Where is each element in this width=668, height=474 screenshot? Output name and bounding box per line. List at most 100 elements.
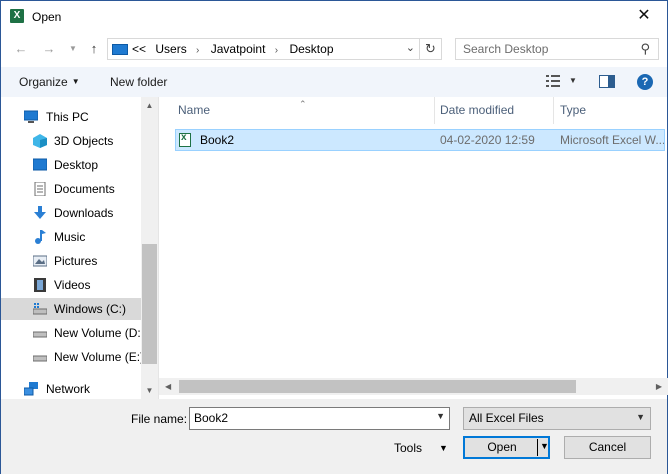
nav-item-videos[interactable]: Videos: [1, 274, 141, 296]
nav-item-documents[interactable]: Documents: [1, 178, 141, 200]
organize-label: Organize: [19, 75, 68, 89]
column-header-type[interactable]: Type: [554, 97, 668, 124]
column-header-date[interactable]: Date modified: [435, 97, 554, 124]
nav-item-downloads[interactable]: Downloads: [1, 202, 141, 224]
nav-label: Videos: [54, 278, 91, 292]
file-name-field[interactable]: Book2 ▼: [189, 407, 450, 430]
open-options-chevron-icon[interactable]: ▼: [540, 441, 549, 451]
nav-label: Pictures: [54, 254, 98, 268]
drive-icon: [33, 355, 47, 362]
nav-item-new-volume-d[interactable]: New Volume (D:: [1, 322, 141, 344]
tools-button[interactable]: Tools: [394, 441, 422, 455]
downloads-icon: [34, 206, 46, 219]
nav-label: Network: [46, 382, 91, 396]
this-pc-icon: [24, 110, 38, 123]
split-divider: [537, 439, 538, 456]
drive-c-icon: [33, 303, 47, 315]
close-button[interactable]: ✕: [621, 1, 667, 32]
file-name-label: File name:: [131, 412, 188, 426]
file-name: Book2: [200, 133, 235, 147]
nav-item-new-volume-e[interactable]: New Volume (E:): [1, 346, 145, 368]
documents-icon: [34, 182, 46, 196]
excel-file-icon: [179, 132, 191, 147]
sort-ascending-icon: ⌃: [299, 99, 307, 109]
music-icon: [35, 230, 46, 244]
file-type-select[interactable]: All Excel Files ▼: [463, 407, 651, 430]
nav-label: New Volume (E:): [54, 350, 145, 364]
scroll-down-icon[interactable]: ▼: [141, 382, 158, 399]
scroll-up-icon[interactable]: ▲: [141, 97, 158, 114]
column-name-label: Name: [178, 103, 211, 117]
drive-icon: [33, 331, 47, 338]
chevron-down-icon[interactable]: ▼: [436, 411, 445, 421]
nav-item-pictures[interactable]: Pictures: [1, 250, 141, 272]
nav-item-music[interactable]: Music: [1, 226, 141, 248]
breadcrumb-desktop[interactable]: Desktop: [289, 42, 333, 56]
tools-chevron-icon[interactable]: ▼: [439, 443, 448, 453]
file-row-book2[interactable]: Book2 04-02-2020 12:59 Microsoft Excel W…: [175, 129, 665, 151]
scrollbar-thumb[interactable]: [142, 244, 157, 364]
column-header-name[interactable]: ⌃ Name: [159, 97, 435, 124]
address-dropdown-icon[interactable]: ⌄: [406, 41, 415, 54]
back-arrow-icon[interactable]: ←: [11, 40, 31, 58]
dialog-title: Open: [32, 10, 62, 24]
scroll-right-icon[interactable]: ▶: [656, 378, 662, 395]
preview-pane-icon[interactable]: [599, 75, 615, 88]
search-placeholder: Search Desktop: [463, 42, 549, 56]
nav-label: Music: [54, 230, 86, 244]
open-dialog: X Open ✕ ← → ▼ ↑ << Users › Javatpoint ›…: [0, 0, 668, 474]
pictures-icon: [33, 255, 47, 267]
3d-objects-icon: [33, 134, 47, 148]
up-arrow-icon[interactable]: ↑: [84, 40, 104, 58]
network-icon: [24, 382, 38, 396]
nav-label: Desktop: [54, 158, 99, 172]
nav-label: New Volume (D:: [54, 326, 141, 340]
nav-label: Downloads: [54, 206, 114, 220]
command-bar: Organize ▼ New folder ▼ ?: [1, 67, 667, 97]
scrollbar-thumb[interactable]: [179, 380, 576, 393]
file-list-horizontal-scrollbar[interactable]: ◀ ▶: [159, 378, 668, 395]
nav-label: Windows (C:): [54, 302, 127, 316]
nav-item-desktop[interactable]: Desktop: [1, 154, 141, 176]
breadcrumb-users[interactable]: Users: [155, 42, 186, 56]
nav-item-this-pc[interactable]: This PC: [1, 106, 141, 128]
excel-icon: X: [10, 9, 24, 23]
open-label: Open: [487, 440, 517, 454]
file-type: Microsoft Excel W...: [560, 133, 664, 147]
help-icon[interactable]: ?: [637, 74, 653, 90]
nav-label: This PC: [46, 110, 89, 124]
open-button[interactable]: Open ▼: [463, 436, 550, 459]
nav-label: Documents: [54, 182, 115, 196]
nav-item-3d-objects[interactable]: 3D Objects: [1, 130, 141, 152]
view-options-chevron-icon[interactable]: ▼: [569, 76, 577, 85]
chevron-down-icon: ▼: [636, 412, 645, 422]
nav-label: 3D Objects: [54, 134, 114, 148]
organize-button[interactable]: Organize ▼: [19, 75, 80, 89]
nav-scrollbar[interactable]: ▲ ▼: [141, 97, 158, 399]
breadcrumb-separator-icon[interactable]: ›: [275, 45, 278, 56]
search-input[interactable]: Search Desktop ⚲: [455, 38, 659, 60]
breadcrumb: << Users › Javatpoint › Desktop: [132, 42, 340, 56]
scroll-left-icon[interactable]: ◀: [165, 378, 171, 395]
file-type-value: All Excel Files: [469, 411, 544, 425]
videos-icon: [34, 278, 46, 292]
file-date: 04-02-2020 12:59: [440, 133, 535, 147]
cancel-button[interactable]: Cancel: [564, 436, 651, 459]
recent-locations-chevron-icon[interactable]: ▼: [63, 40, 83, 58]
refresh-icon[interactable]: ↻: [419, 39, 441, 59]
file-name-value: Book2: [194, 411, 229, 425]
new-folder-button[interactable]: New folder: [110, 75, 167, 89]
forward-arrow-icon[interactable]: →: [39, 40, 59, 58]
breadcrumb-overflow[interactable]: <<: [132, 42, 146, 56]
breadcrumb-javatpoint[interactable]: Javatpoint: [211, 42, 266, 56]
dialog-footer: File name: Book2 ▼ All Excel Files ▼ Too…: [1, 399, 667, 474]
breadcrumb-separator-icon[interactable]: ›: [196, 45, 199, 56]
search-icon: ⚲: [640, 41, 650, 56]
nav-item-windows-c[interactable]: Windows (C:): [1, 298, 141, 320]
chevron-down-icon: ▼: [71, 77, 80, 86]
address-bar[interactable]: << Users › Javatpoint › Desktop ⌄ ↻: [107, 38, 442, 60]
nav-item-network[interactable]: Network: [1, 378, 141, 400]
computer-icon: [112, 44, 128, 55]
title-bar: X Open ✕: [1, 1, 667, 32]
change-view-icon[interactable]: [546, 75, 560, 87]
